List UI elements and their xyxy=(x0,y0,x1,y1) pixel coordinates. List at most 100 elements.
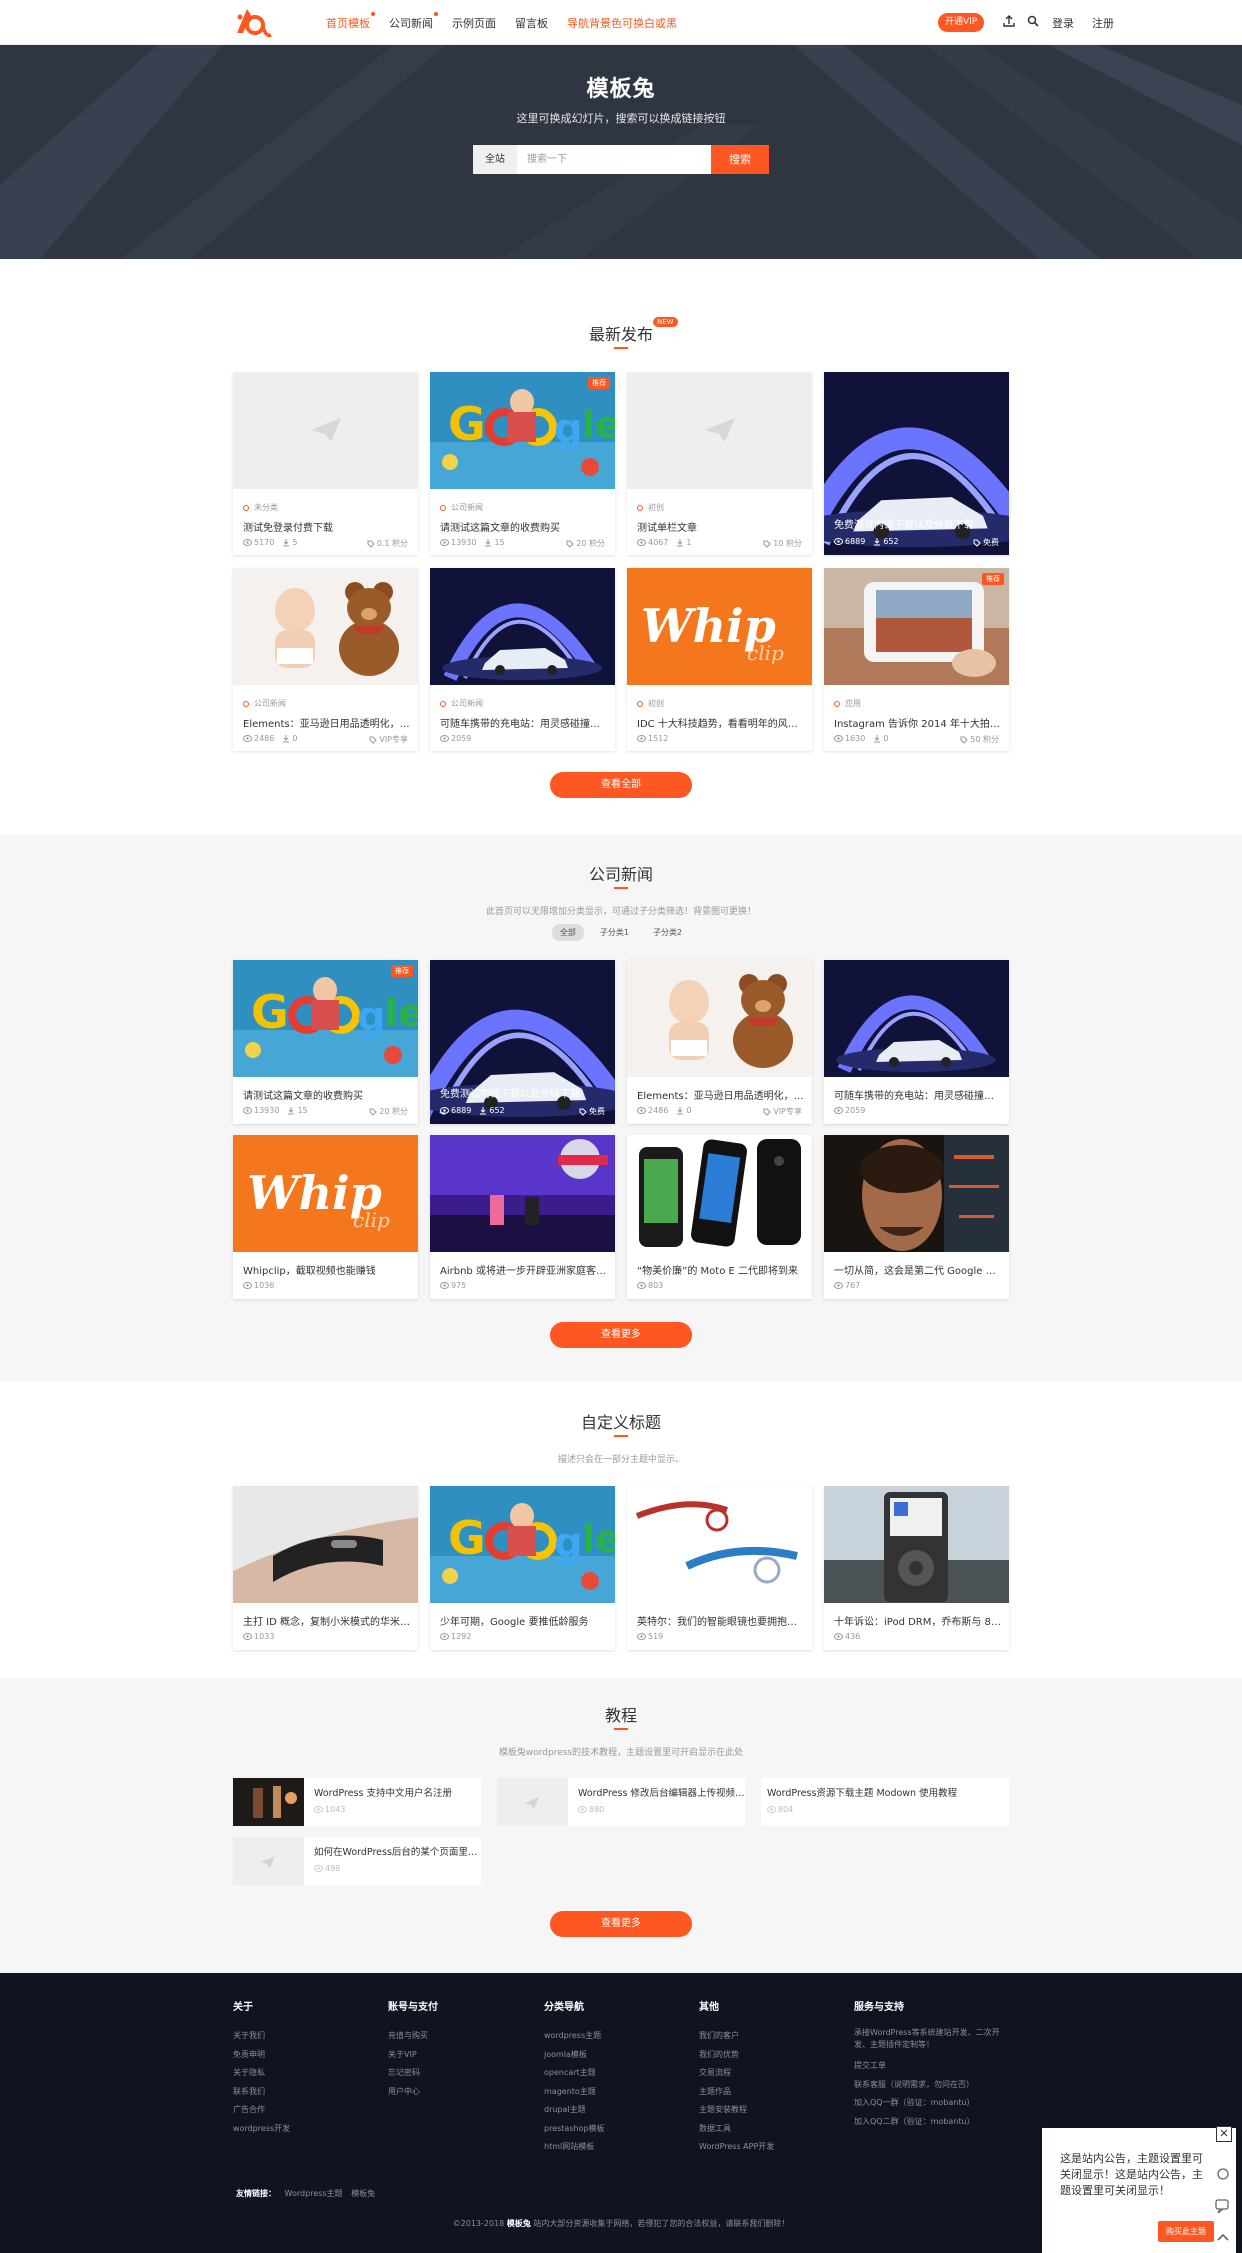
post-title[interactable]: 英特尔：我们的智能眼镜也要拥抱时尚 xyxy=(637,1613,804,1628)
nav-item-3[interactable]: 留言板 xyxy=(515,15,548,31)
post-card[interactable]: Whip clip Whipclip，截取视频也能赚钱 1036 xyxy=(233,1135,418,1299)
post-card[interactable]: 初创 测试单栏文章 4067 1 10 积分 xyxy=(627,372,812,555)
tutorial-thumbnail[interactable] xyxy=(497,1778,568,1826)
nav-item-2[interactable]: 示例页面 xyxy=(452,15,496,31)
upload-icon[interactable] xyxy=(1002,14,1016,28)
post-title[interactable]: Airbnb 或将进一步开辟亚洲家庭客… xyxy=(440,1262,607,1277)
post-title[interactable]: 测试单栏文章 xyxy=(637,519,804,534)
register-link[interactable]: 注册 xyxy=(1092,15,1114,31)
post-thumbnail[interactable] xyxy=(627,372,812,489)
post-thumbnail[interactable] xyxy=(233,372,418,489)
tutorial-thumbnail[interactable] xyxy=(233,1778,304,1826)
footer-link[interactable]: 数据工具 xyxy=(699,2120,839,2139)
footer-link[interactable]: prestashop模板 xyxy=(544,2120,684,2139)
footer-link[interactable]: 主题作品 xyxy=(699,2083,839,2102)
post-category[interactable]: 公司新闻 xyxy=(243,698,286,709)
post-thumbnail[interactable] xyxy=(233,1486,418,1603)
post-card[interactable]: 十年诉讼：iPod DRM，乔布斯与 8… 436 xyxy=(824,1486,1009,1650)
open-vip-button[interactable]: 开通VIP xyxy=(938,13,985,32)
post-title[interactable]: 少年可期，Google 要推低龄服务 xyxy=(440,1613,607,1628)
tutorial-item[interactable]: WordPress 支持中文用户名注册 1043 xyxy=(233,1778,481,1826)
post-card[interactable]: 英特尔：我们的智能眼镜也要拥抱时尚 519 xyxy=(627,1486,812,1650)
tutorial-title[interactable]: WordPress 支持中文用户名注册 xyxy=(314,1785,481,1799)
footer-link[interactable]: 加入QQ一群（验证：mobantu） xyxy=(854,2094,1014,2113)
post-card[interactable]: Gg le 推荐 公司新闻 请测试这篇文章的收费购买 13930 15 20 积分 xyxy=(430,372,615,555)
filter-tab[interactable]: 子分类2 xyxy=(645,924,690,941)
footer-link[interactable]: opencart主题 xyxy=(544,2064,684,2083)
filter-tab[interactable]: 子分类1 xyxy=(592,924,637,941)
footer-link[interactable]: 关于VIP xyxy=(388,2046,528,2065)
post-title[interactable]: “物美价廉”的 Moto E 二代即将到来 xyxy=(637,1262,804,1277)
tutorial-thumbnail[interactable] xyxy=(233,1837,304,1885)
post-card[interactable]: 主打 ID 概念，复制小米模式的华米… 1033 xyxy=(233,1486,418,1650)
post-thumbnail[interactable]: Whip clip xyxy=(233,1135,418,1252)
tutorial-item[interactable]: WordPress资源下载主题 Modown 使用教程 804 xyxy=(761,1778,1009,1826)
footer-link[interactable]: magento主题 xyxy=(544,2083,684,2102)
post-title[interactable]: 可随车携带的充电站：用灵感碰撞优雅 xyxy=(440,715,607,730)
nav-item-1[interactable]: 公司新闻 xyxy=(389,11,438,31)
login-link[interactable]: 登录 xyxy=(1052,15,1074,31)
post-thumbnail[interactable] xyxy=(430,568,615,685)
post-card[interactable]: “物美价廉”的 Moto E 二代即将到来 803 xyxy=(627,1135,812,1299)
footer-link[interactable]: 广告合作 xyxy=(233,2101,373,2120)
friend-link[interactable]: Wordpress主题 xyxy=(285,2189,343,2198)
post-title[interactable]: 免费测试内链下载以及外链下载 xyxy=(834,516,1001,531)
footer-link[interactable]: 充值与购买 xyxy=(388,2027,528,2046)
buy-theme-button[interactable]: 购买此主题 xyxy=(1158,2221,1214,2242)
search-button[interactable]: 搜索 xyxy=(711,145,769,174)
post-title[interactable]: 一切从简，这会是第二代 Google Gl… xyxy=(834,1262,1001,1277)
post-title[interactable]: 十年诉讼：iPod DRM，乔布斯与 8… xyxy=(834,1613,1001,1628)
tutorial-more-button[interactable]: 查看更多 xyxy=(550,1911,692,1937)
post-thumbnail[interactable] xyxy=(627,1486,812,1603)
footer-link[interactable]: 承接WordPress等系统建站开发、二次开发、主题插件定制等！ xyxy=(854,2027,1014,2051)
post-title[interactable]: 测试免登录付费下载 xyxy=(243,519,410,534)
post-title[interactable]: 可随车携带的充电站：用灵感碰撞优雅 xyxy=(834,1087,1001,1102)
post-card[interactable]: 公司新闻 可随车携带的充电站：用灵感碰撞优雅 2059 xyxy=(430,568,615,751)
post-category[interactable]: 应用 xyxy=(834,698,861,709)
post-title[interactable]: Instagram 告诉你 2014 年十大拍照… xyxy=(834,715,1001,730)
footer-link[interactable]: wordpress开发 xyxy=(233,2120,373,2139)
post-thumbnail[interactable] xyxy=(627,1135,812,1252)
footer-link[interactable]: 提交工单 xyxy=(854,2057,1014,2076)
post-title[interactable]: IDC 十大科技趋势，看看明年的风往… xyxy=(637,715,804,730)
tutorial-item[interactable]: 如何在WordPress后台的某个页面里… 498 xyxy=(233,1837,481,1885)
close-icon[interactable]: ✕ xyxy=(1216,2126,1232,2142)
back-to-top-icon[interactable] xyxy=(1213,2227,1233,2247)
post-card[interactable]: 推荐 应用 Instagram 告诉你 2014 年十大拍照… 1630 0 50 积分 xyxy=(824,568,1009,751)
post-card[interactable]: Gg le 推荐 请测试这篇文章的收费购买 13930 15 20 积分 xyxy=(233,960,418,1124)
tutorial-item[interactable]: WordPress 修改后台编辑器上传视频… 880 xyxy=(497,1778,745,1826)
post-card[interactable]: Gg le 少年可期，Google 要推低龄服务 1292 xyxy=(430,1486,615,1650)
footer-link[interactable]: 用户中心 xyxy=(388,2083,528,2102)
footer-link[interactable]: 我们的客户 xyxy=(699,2027,839,2046)
search-icon[interactable] xyxy=(1026,14,1040,28)
footer-link[interactable]: 联系我们 xyxy=(233,2083,373,2102)
footer-link[interactable]: drupal主题 xyxy=(544,2101,684,2120)
post-title[interactable]: 主打 ID 概念，复制小米模式的华米… xyxy=(243,1613,410,1628)
post-thumbnail[interactable]: Gg le xyxy=(233,960,418,1077)
post-thumbnail[interactable]: Gg le xyxy=(430,372,615,489)
post-thumbnail[interactable] xyxy=(627,960,812,1077)
post-thumbnail[interactable] xyxy=(824,960,1009,1077)
post-title[interactable]: 免费测试内链下载以及外链下载 xyxy=(440,1085,607,1100)
footer-link[interactable]: 加入QQ二群（验证：mobantu） xyxy=(854,2113,1014,2132)
post-thumbnail[interactable]: Whip clip xyxy=(627,568,812,685)
footer-link[interactable]: html网站模板 xyxy=(544,2138,684,2157)
post-title[interactable]: Whipclip，截取视频也能赚钱 xyxy=(243,1262,410,1277)
post-card[interactable]: 免费测试内链下载以及外链下载 6889 652 免费 xyxy=(430,960,615,1124)
footer-link[interactable]: 免责申明 xyxy=(233,2046,373,2065)
filter-tab[interactable]: 全部 xyxy=(551,924,584,941)
view-all-button[interactable]: 查看全部 xyxy=(550,772,692,798)
post-title[interactable]: 请测试这篇文章的收费购买 xyxy=(243,1087,410,1102)
tutorial-title[interactable]: 如何在WordPress后台的某个页面里… xyxy=(314,1844,481,1858)
post-thumbnail[interactable] xyxy=(824,568,1009,685)
footer-link[interactable]: WordPress APP开发 xyxy=(699,2138,839,2157)
search-scope-select[interactable]: 全站 xyxy=(473,145,517,174)
post-thumbnail[interactable] xyxy=(824,1135,1009,1252)
nav-item-4[interactable]: 导航背景色可换白或黑 xyxy=(567,15,677,31)
post-card[interactable]: Whip clip 初创 IDC 十大科技趋势，看看明年的风往… 1512 xyxy=(627,568,812,751)
chat-icon[interactable] xyxy=(1213,2196,1233,2216)
post-thumbnail[interactable] xyxy=(430,1135,615,1252)
post-card[interactable]: 可随车携带的充电站：用灵感碰撞优雅 2059 xyxy=(824,960,1009,1124)
post-card[interactable]: Airbnb 或将进一步开辟亚洲家庭客… 975 xyxy=(430,1135,615,1299)
post-card[interactable]: 一切从简，这会是第二代 Google Gl… 767 xyxy=(824,1135,1009,1299)
